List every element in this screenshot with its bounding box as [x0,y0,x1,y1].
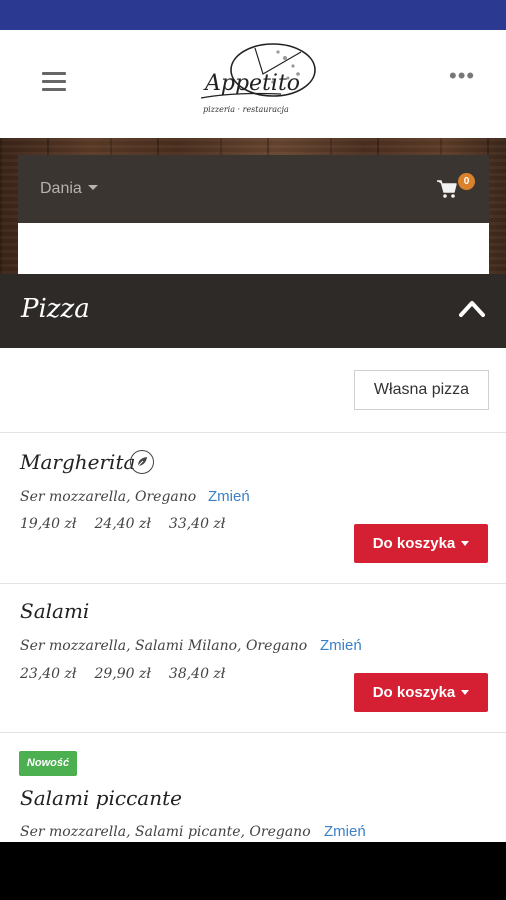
new-badge: Nowość [19,751,77,776]
change-ingredients-link[interactable]: Zmień [208,488,250,505]
more-options-icon[interactable]: ••• [449,65,475,87]
item-name: Margherita [20,450,136,474]
chevron-up-icon[interactable] [458,298,486,318]
dishes-dropdown[interactable]: Dania [40,180,98,198]
item-name: Salami [20,599,90,623]
svg-text:pizzeria · restauracja: pizzeria · restauracja [203,105,289,114]
add-to-cart-label: Do koszyka [372,684,456,701]
dishes-dropdown-label: Dania [40,180,82,197]
caret-down-icon [87,185,98,191]
price-small: 23,40 zł [20,666,77,682]
svg-text:Appetito: Appetito [203,71,300,96]
item-prices: 23,40 zł 29,90 zł 38,40 zł [20,666,243,682]
add-to-cart-button[interactable]: Do koszyka [354,673,488,712]
change-ingredients-link[interactable]: Zmień [320,637,362,654]
item-ingredients: Ser mozzarella, Oregano [20,489,197,505]
shopping-cart-icon[interactable] [436,179,458,199]
vegetarian-leaf-icon [130,450,154,474]
add-to-cart-label: Do koszyka [372,535,456,552]
status-bar [0,0,506,30]
price-small: 19,40 zł [20,516,77,532]
restaurant-navbar: Dania [18,155,489,223]
item-prices: 19,40 zł 24,40 zł 33,40 zł [20,516,243,532]
caret-down-icon [461,540,470,546]
system-navigation-bar [0,842,506,900]
item-ingredients: Ser mozzarella, Salami picante, Oregano [20,824,311,840]
price-medium: 24,40 zł [94,516,151,532]
category-header-pizza[interactable]: Pizza [0,274,506,348]
divider [0,432,506,433]
item-name: Salami piccante [20,786,182,810]
hamburger-menu-icon[interactable] [42,72,66,92]
cart-count-badge: 0 [458,173,475,190]
appetito-logo[interactable]: Appetito pizzeria · restauracja [193,38,323,120]
change-ingredients-link[interactable]: Zmień [324,823,366,840]
divider [0,583,506,584]
add-to-cart-button[interactable]: Do koszyka [354,524,488,563]
price-medium: 29,90 zł [94,666,151,682]
own-pizza-button[interactable]: Własna pizza [354,370,489,410]
item-ingredients: Ser mozzarella, Salami Milano, Oregano [20,638,308,654]
price-large: 38,40 zł [168,666,226,682]
divider [0,732,506,733]
price-large: 33,40 zł [168,516,226,532]
content-panel [18,223,489,274]
app-header: Appetito pizzeria · restauracja ••• [0,30,506,138]
caret-down-icon [461,689,470,695]
category-title: Pizza [21,294,90,324]
